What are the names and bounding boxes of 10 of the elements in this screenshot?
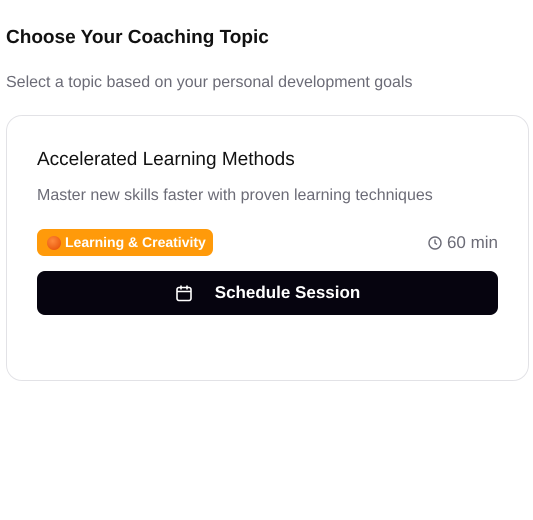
topic-description: Master new skills faster with proven learning techniques — [37, 186, 434, 206]
schedule-session-button[interactable]: Schedule Session — [37, 271, 498, 315]
category-tag: Learning & Creativity — [37, 229, 213, 256]
duration-label: 60 min — [428, 232, 498, 252]
calendar-icon — [174, 284, 193, 302]
page-title: Choose Your Coaching Topic — [6, 26, 270, 50]
clock-icon — [428, 236, 442, 250]
page-subtitle: Select a topic based on your personal development goals — [6, 73, 414, 93]
circle-icon — [47, 236, 61, 250]
topic-title: Accelerated Learning Methods — [37, 148, 296, 172]
